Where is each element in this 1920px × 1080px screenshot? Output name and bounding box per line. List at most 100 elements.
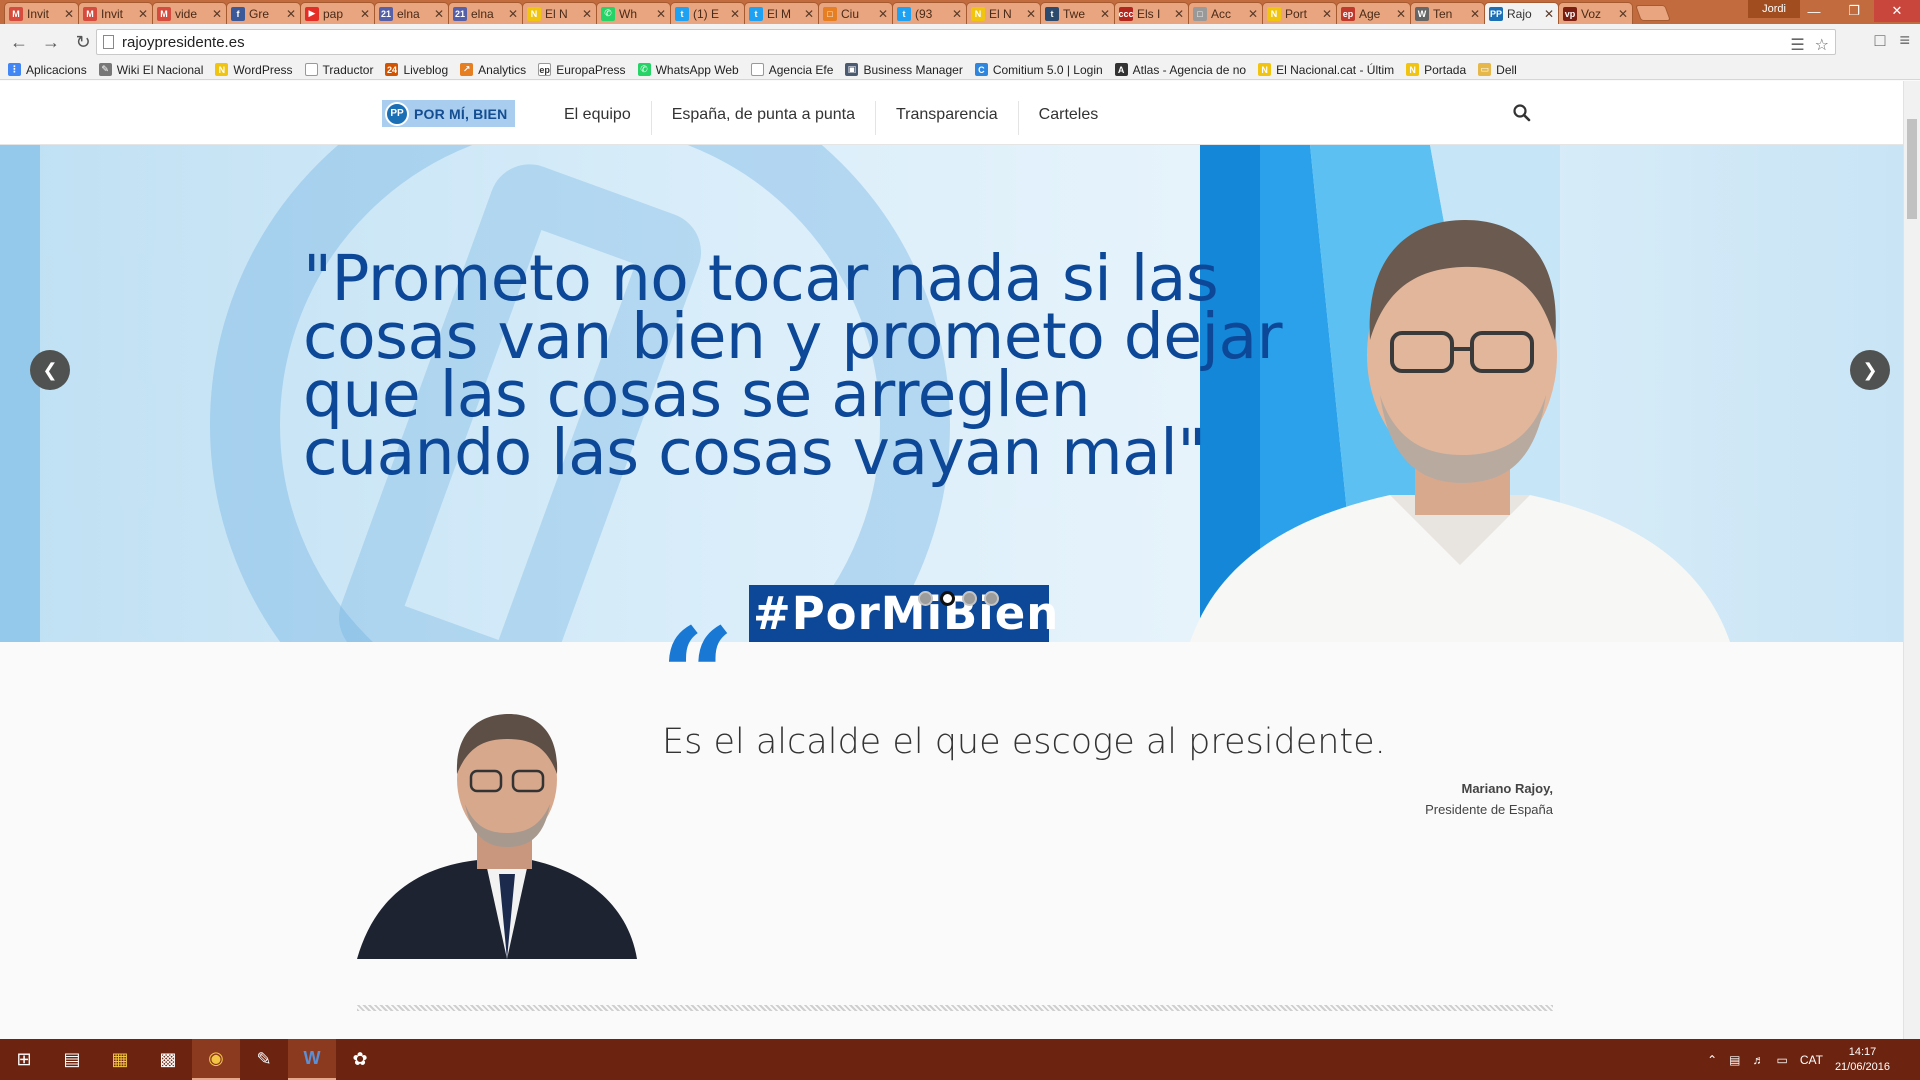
bookmark-item[interactable]: N Portada bbox=[1406, 63, 1466, 77]
address-bar[interactable]: rajoypresidente.es ☰ ☆ bbox=[96, 29, 1836, 55]
tab-close-icon[interactable]: ✕ bbox=[1470, 7, 1480, 21]
tab-close-icon[interactable]: ✕ bbox=[434, 7, 444, 21]
bookmark-item[interactable]: 24 Liveblog bbox=[385, 63, 448, 77]
menu-item-equipo[interactable]: El equipo bbox=[544, 101, 652, 135]
menu-icon[interactable]: ≡ bbox=[1899, 30, 1910, 51]
tab-close-icon[interactable]: ✕ bbox=[1618, 7, 1628, 21]
slider-dot[interactable] bbox=[940, 591, 955, 606]
browser-tab[interactable]: vp Voz ✕ bbox=[1558, 2, 1633, 24]
reload-icon[interactable]: ↻ bbox=[70, 29, 96, 55]
page-scrollbar[interactable] bbox=[1903, 81, 1920, 1039]
bookmark-item[interactable]: N WordPress bbox=[215, 63, 293, 77]
browser-tab[interactable]: N El N ✕ bbox=[966, 2, 1041, 24]
tab-close-icon[interactable]: ✕ bbox=[1174, 7, 1184, 21]
tab-close-icon[interactable]: ✕ bbox=[138, 7, 148, 21]
slider-dot[interactable] bbox=[962, 591, 977, 606]
bookmark-item[interactable]: ▭ Dell bbox=[1478, 63, 1517, 77]
task-view-icon[interactable]: ▤ bbox=[48, 1039, 96, 1080]
browser-tab[interactable]: t (93 ✕ bbox=[892, 2, 967, 24]
menu-item-transparencia[interactable]: Transparencia bbox=[876, 101, 1019, 135]
bookmark-item[interactable]: C Comitium 5.0 | Login bbox=[974, 63, 1103, 77]
tab-close-icon[interactable]: ✕ bbox=[582, 7, 592, 21]
browser-tab[interactable]: ✆ Wh ✕ bbox=[596, 2, 671, 24]
browser-tab[interactable]: W Ten ✕ bbox=[1410, 2, 1485, 24]
bookmark-item[interactable]: ✆ WhatsApp Web bbox=[637, 63, 739, 77]
browser-tab[interactable]: M Invit ✕ bbox=[4, 2, 79, 24]
slider-dot[interactable] bbox=[918, 591, 933, 606]
restore-icon[interactable]: ❐ bbox=[1834, 0, 1874, 22]
search-icon[interactable] bbox=[1512, 103, 1532, 123]
network-icon[interactable]: ▤ bbox=[1729, 1053, 1740, 1067]
tray-arrow-icon[interactable]: ⌃ bbox=[1707, 1053, 1717, 1067]
tab-close-icon[interactable]: ✕ bbox=[1322, 7, 1332, 21]
chrome-icon[interactable]: ◉ bbox=[192, 1039, 240, 1080]
browser-tab[interactable]: ep Age ✕ bbox=[1336, 2, 1411, 24]
menu-item-espana[interactable]: España, de punta a punta bbox=[652, 101, 876, 135]
store-icon[interactable]: ▩ bbox=[144, 1039, 192, 1080]
bookmark-item[interactable]: ⋮ Aplicacions bbox=[8, 63, 87, 77]
bookmark-item[interactable]: ↗ Analytics bbox=[460, 63, 526, 77]
browser-tab[interactable]: Mvide ✕ bbox=[152, 2, 227, 24]
bookmark-item[interactable]: ▣ Business Manager bbox=[845, 63, 963, 77]
bookmark-item[interactable]: A Atlas - Agencia de no bbox=[1114, 63, 1246, 77]
browser-tab[interactable]: N Port ✕ bbox=[1262, 2, 1337, 24]
new-tab-button[interactable] bbox=[1635, 5, 1671, 21]
tab-close-icon[interactable]: ✕ bbox=[804, 7, 814, 21]
translate-icon[interactable]: ☰ bbox=[1790, 35, 1804, 55]
scrollbar-thumb[interactable] bbox=[1907, 119, 1917, 219]
extension-icon[interactable]: □ bbox=[1875, 30, 1886, 51]
browser-tab[interactable]: 21 elna ✕ bbox=[448, 2, 523, 24]
tab-close-icon[interactable]: ✕ bbox=[508, 7, 518, 21]
slider-prev-arrow[interactable]: ❮ bbox=[30, 350, 70, 390]
menu-item-carteles[interactable]: Carteles bbox=[1019, 101, 1119, 135]
tab-close-icon[interactable]: ✕ bbox=[286, 7, 296, 21]
tab-close-icon[interactable]: ✕ bbox=[1248, 7, 1258, 21]
browser-tab[interactable]: ▶ pap ✕ bbox=[300, 2, 375, 24]
bookmark-item[interactable]: ✎ Wiki El Nacional bbox=[98, 63, 203, 77]
browser-tab[interactable]: t Twe ✕ bbox=[1040, 2, 1115, 24]
profile-button[interactable]: Jordi bbox=[1748, 0, 1800, 18]
tab-close-icon[interactable]: ✕ bbox=[730, 7, 740, 21]
tab-close-icon[interactable]: ✕ bbox=[360, 7, 370, 21]
tab-close-icon[interactable]: ✕ bbox=[656, 7, 666, 21]
browser-tab[interactable]: t El M ✕ bbox=[744, 2, 819, 24]
browser-tab[interactable]: PP Rajo ✕ bbox=[1484, 2, 1559, 24]
bookmark-item[interactable]: N El Nacional.cat - Últim bbox=[1258, 63, 1394, 77]
file-explorer-icon[interactable]: ▦ bbox=[96, 1039, 144, 1080]
back-icon[interactable]: ← bbox=[6, 29, 32, 55]
start-icon[interactable]: ⊞ bbox=[0, 1039, 48, 1080]
word-icon[interactable]: W bbox=[288, 1039, 336, 1080]
tab-close-icon[interactable]: ✕ bbox=[878, 7, 888, 21]
bookmark-star-icon[interactable]: ☆ bbox=[1815, 35, 1829, 55]
browser-tab[interactable]: □ Ciu ✕ bbox=[818, 2, 893, 24]
site-logo[interactable]: PP POR MÍ, BIEN bbox=[382, 100, 515, 127]
minimize-icon[interactable]: — bbox=[1794, 0, 1834, 22]
browser-tab[interactable]: t (1) E ✕ bbox=[670, 2, 745, 24]
browser-tab[interactable]: f Gre ✕ bbox=[226, 2, 301, 24]
language-indicator[interactable]: CAT bbox=[1800, 1053, 1823, 1067]
browser-tab[interactable]: N El N ✕ bbox=[522, 2, 597, 24]
browser-tab[interactable]: M Invit ✕ bbox=[78, 2, 153, 24]
app-icon[interactable]: ✎ bbox=[240, 1039, 288, 1080]
tab-close-icon[interactable]: ✕ bbox=[1026, 7, 1036, 21]
slider-dot[interactable] bbox=[984, 591, 999, 606]
clock[interactable]: 14:17 21/06/2016 bbox=[1835, 1045, 1890, 1075]
browser-tab[interactable]: ccc Els I ✕ bbox=[1114, 2, 1189, 24]
tab-close-icon[interactable]: ✕ bbox=[1396, 7, 1406, 21]
notification-icon[interactable]: ▭ bbox=[1776, 1053, 1787, 1067]
bookmark-item[interactable]: ep EuropaPress bbox=[538, 63, 626, 77]
tab-close-icon[interactable]: ✕ bbox=[1544, 7, 1554, 21]
paint-icon[interactable]: ✿ bbox=[336, 1039, 384, 1080]
bookmark-item[interactable]: Agencia Efe bbox=[750, 63, 833, 77]
tab-close-icon[interactable]: ✕ bbox=[212, 7, 222, 21]
bookmark-item[interactable]: Traductor bbox=[304, 63, 373, 77]
browser-tab[interactable]: 21 elna ✕ bbox=[374, 2, 449, 24]
tab-close-icon[interactable]: ✕ bbox=[1100, 7, 1110, 21]
slider-next-arrow[interactable]: ❯ bbox=[1850, 350, 1890, 390]
tab-close-icon[interactable]: ✕ bbox=[64, 7, 74, 21]
volume-icon[interactable]: ♬ bbox=[1752, 1053, 1764, 1067]
browser-tab[interactable]: □ Acc ✕ bbox=[1188, 2, 1263, 24]
forward-icon[interactable]: → bbox=[38, 29, 64, 55]
close-window-icon[interactable]: ✕ bbox=[1874, 0, 1920, 22]
tab-close-icon[interactable]: ✕ bbox=[952, 7, 962, 21]
